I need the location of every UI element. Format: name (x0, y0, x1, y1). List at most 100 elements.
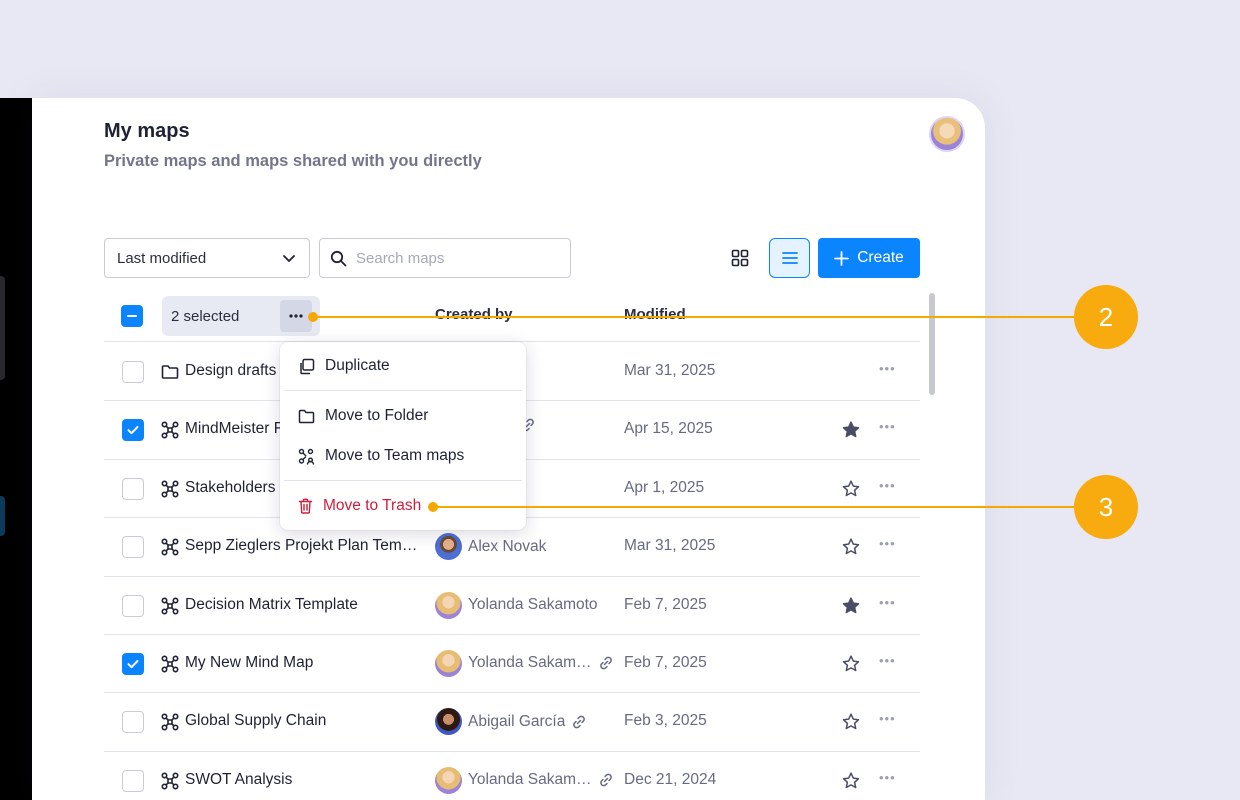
row-checkbox[interactable] (122, 711, 144, 734)
table-row[interactable]: SWOT Analysis Yolanda Sakam… Dec 21, 202… (104, 752, 920, 800)
table-row[interactable]: Global Supply Chain Abigail García Feb 3… (104, 693, 920, 752)
sidebar-active-indicator (0, 496, 5, 536)
column-created-by[interactable]: Created by (435, 306, 513, 323)
row-more-button[interactable]: ••• (879, 653, 896, 668)
link-icon (599, 773, 612, 787)
creator: Alex Novak (435, 533, 547, 561)
grid-view-button[interactable] (720, 238, 760, 278)
star-icon[interactable] (841, 537, 861, 557)
star-icon[interactable] (841, 420, 861, 440)
row-more-button[interactable]: ••• (879, 595, 896, 610)
search-field[interactable] (319, 238, 571, 278)
check-icon (127, 426, 139, 435)
menu-item-move-to-trash-label: Move to Trash (323, 497, 422, 514)
table-header: 2 selected Created by Modified (104, 294, 920, 342)
menu-item-duplicate[interactable]: Duplicate (280, 346, 526, 386)
list-view-button[interactable] (769, 238, 810, 278)
mind-map-icon (161, 713, 179, 731)
mind-map-icon (161, 772, 179, 790)
mind-map-icon (161, 421, 179, 439)
map-name[interactable]: Decision Matrix Template (185, 596, 358, 614)
modified-date: Feb 7, 2025 (624, 653, 707, 671)
star-icon[interactable] (841, 479, 861, 499)
callout-3-badge: 3 (1074, 475, 1138, 539)
sort-select[interactable]: Last modified (104, 238, 310, 278)
row-more-button[interactable]: ••• (879, 770, 896, 785)
menu-item-move-to-team[interactable]: Move to Team maps (280, 436, 526, 476)
sort-select-value: Last modified (117, 249, 207, 267)
modified-date: Mar 31, 2025 (624, 537, 716, 555)
row-more-button[interactable]: ••• (879, 419, 896, 434)
row-checkbox[interactable] (122, 769, 144, 792)
menu-divider (284, 390, 522, 391)
row-more-button[interactable]: ••• (879, 361, 896, 376)
creator-name: Alex Novak (468, 537, 547, 555)
star-icon[interactable] (841, 771, 861, 791)
map-name[interactable]: Global Supply Chain (185, 712, 326, 730)
check-icon (127, 659, 139, 669)
modified-date: Feb 3, 2025 (624, 712, 707, 730)
grid-view-icon (731, 249, 749, 267)
scrollbar[interactable] (929, 293, 935, 395)
creator: Yolanda Sakamoto (435, 591, 598, 619)
modified-date: Feb 7, 2025 (624, 595, 707, 613)
sidebar-scroll-indicator (0, 276, 5, 380)
star-icon[interactable] (841, 654, 861, 674)
user-avatar[interactable] (929, 116, 965, 152)
row-checkbox[interactable] (122, 361, 144, 383)
create-button-label: Create (857, 249, 904, 266)
row-checkbox[interactable] (122, 652, 144, 675)
select-all-checkbox[interactable] (121, 305, 143, 327)
list-view-icon (781, 252, 798, 264)
callout-3-dot (428, 502, 438, 512)
table-row[interactable]: My New Mind Map Yolanda Sakam… Feb 7, 20… (104, 635, 920, 694)
table-row[interactable]: Decision Matrix Template Yolanda Sakamot… (104, 577, 920, 635)
search-input[interactable] (356, 249, 556, 267)
callout-2-dot (308, 312, 318, 322)
map-name[interactable]: SWOT Analysis (185, 771, 292, 789)
left-sidebar-edge (0, 98, 32, 800)
creator-avatar (435, 591, 462, 619)
creator-name: Yolanda Sakam… (468, 771, 592, 789)
callout-3-line (433, 506, 1078, 508)
duplicate-icon (300, 358, 315, 374)
trash-icon (298, 498, 313, 514)
create-button[interactable]: Create (818, 238, 920, 278)
creator-avatar (435, 533, 462, 561)
menu-item-duplicate-label: Duplicate (325, 357, 390, 374)
row-more-button[interactable]: ••• (879, 536, 896, 551)
callout-2-line (318, 316, 1078, 318)
row-checkbox[interactable] (122, 536, 144, 559)
menu-item-move-to-folder-label: Move to Folder (325, 407, 429, 424)
row-checkbox[interactable] (122, 594, 144, 617)
mind-map-icon (161, 597, 179, 615)
map-name[interactable]: Stakeholders (185, 479, 275, 497)
star-icon[interactable] (841, 596, 861, 616)
row-checkbox[interactable] (122, 477, 144, 500)
column-modified[interactable]: Modified (624, 306, 686, 323)
my-maps-panel: My maps Private maps and maps shared wit… (32, 98, 985, 800)
row-checkbox[interactable] (122, 419, 144, 442)
map-name[interactable]: Sepp Zieglers Projekt Plan Tem… (185, 537, 417, 555)
creator-name: Yolanda Sakamoto (468, 596, 598, 614)
star-icon[interactable] (841, 712, 861, 732)
map-name[interactable]: My New Mind Map (185, 654, 313, 672)
map-name[interactable]: MindMeister F (185, 420, 283, 438)
creator: Abigail García (435, 708, 587, 736)
creator: Yolanda Sakam… (435, 766, 614, 794)
modified-date: Apr 15, 2025 (624, 420, 713, 438)
modified-date: Dec 21, 2024 (624, 770, 717, 788)
modified-date: Mar 31, 2025 (624, 362, 716, 379)
page-title: My maps (104, 120, 190, 142)
mind-map-icon (161, 538, 179, 556)
map-name[interactable]: Design drafts (185, 362, 276, 380)
menu-item-move-to-folder[interactable]: Move to Folder (280, 396, 526, 436)
row-more-button[interactable]: ••• (879, 711, 896, 726)
mind-map-icon (161, 655, 179, 673)
folder-icon (161, 365, 179, 379)
chevron-down-icon (283, 255, 295, 262)
selection-count: 2 selected (171, 307, 240, 325)
selection-chip: 2 selected (162, 296, 320, 336)
row-more-button[interactable]: ••• (879, 478, 896, 493)
menu-divider (284, 480, 522, 481)
